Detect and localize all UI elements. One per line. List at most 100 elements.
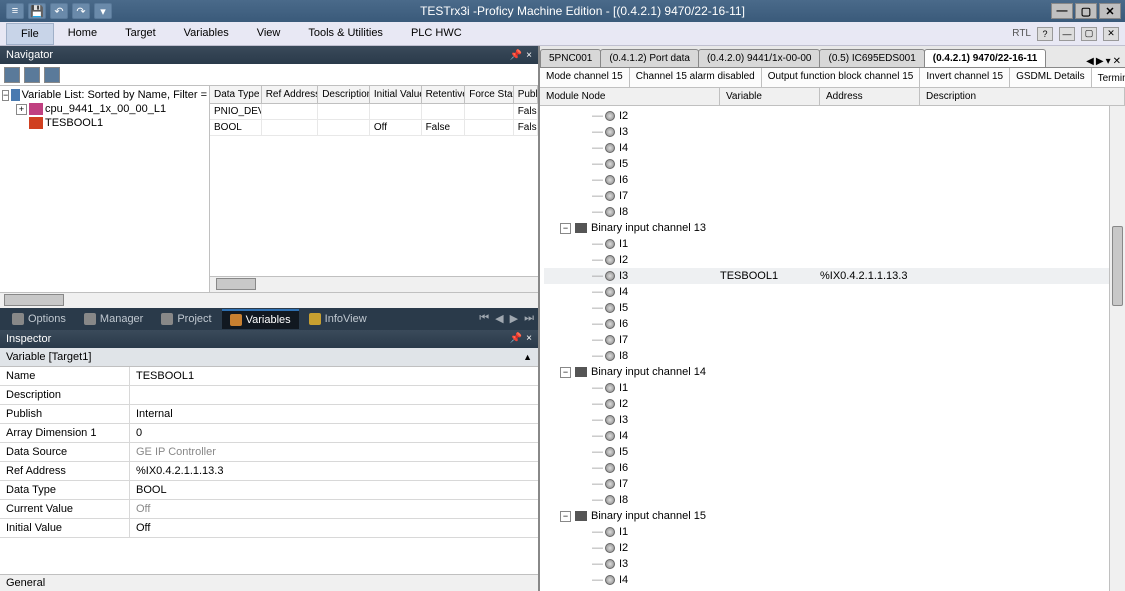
collapse-icon[interactable]: −	[560, 367, 571, 378]
navigator-tree[interactable]: − Variable List: Sorted by Name, Filter …	[0, 86, 210, 292]
io-point-row[interactable]: —I5	[544, 444, 1121, 460]
channel-group-row[interactable]: −Binary input channel 13	[544, 220, 1121, 236]
tab-nav-next-icon[interactable]: ▶	[510, 312, 518, 325]
inspector-close-icon[interactable]: ×	[526, 333, 532, 344]
col-variable[interactable]: Variable	[720, 88, 820, 105]
io-point-row[interactable]: —I2	[544, 396, 1121, 412]
tab-options[interactable]: Options	[4, 310, 74, 328]
tab-scroll-left-icon[interactable]: ◀	[1086, 56, 1094, 67]
io-point-row[interactable]: —I5	[544, 156, 1121, 172]
sub-tab[interactable]: Mode channel 15	[540, 68, 630, 87]
io-point-row[interactable]: —I2	[544, 252, 1121, 268]
qat-menu-icon[interactable]: ≡	[6, 3, 24, 19]
collapse-icon[interactable]: −	[560, 223, 571, 234]
inspector-row[interactable]: Current ValueOff	[0, 500, 538, 519]
menu-home[interactable]: Home	[54, 23, 111, 45]
inspector-value[interactable]	[130, 386, 538, 404]
expand-icon[interactable]: +	[16, 104, 27, 115]
inspector-value[interactable]: GE IP Controller	[130, 443, 538, 461]
tab-nav-last-icon[interactable]: ⏭	[524, 312, 534, 325]
io-point-row[interactable]: —I7	[544, 476, 1121, 492]
col-description[interactable]: Description	[920, 88, 1125, 105]
io-point-row[interactable]: —I8	[544, 204, 1121, 220]
menu-view[interactable]: View	[243, 23, 295, 45]
io-point-row[interactable]: —I4	[544, 140, 1121, 156]
inspector-scroll-up-icon[interactable]: ▲	[523, 352, 532, 362]
inspector-row[interactable]: Array Dimension 10	[0, 424, 538, 443]
inspector-value[interactable]: 0	[130, 424, 538, 442]
tree-hscroll[interactable]	[0, 292, 538, 308]
qat-save-icon[interactable]: 💾	[28, 3, 46, 19]
inspector-row[interactable]: NameTESBOOL1	[0, 367, 538, 386]
inspector-value[interactable]: TESBOOL1	[130, 367, 538, 385]
minimize-button[interactable]: —	[1051, 3, 1073, 19]
inspector-row[interactable]: PublishInternal	[0, 405, 538, 424]
io-point-row[interactable]: —I3	[544, 412, 1121, 428]
io-point-row[interactable]: —I4	[544, 284, 1121, 300]
io-point-row[interactable]: —I2	[544, 540, 1121, 556]
channel-group-row[interactable]: −Binary input channel 15	[544, 508, 1121, 524]
inspector-row[interactable]: Description	[0, 386, 538, 405]
col-initialvalue[interactable]: Initial Value	[370, 86, 422, 103]
channel-group-row[interactable]: −Binary input channel 14	[544, 364, 1121, 380]
io-point-row[interactable]: —I8	[544, 492, 1121, 508]
col-address[interactable]: Address	[820, 88, 920, 105]
col-refaddress[interactable]: Ref Address	[262, 86, 319, 103]
io-point-row[interactable]: —I7	[544, 332, 1121, 348]
menu-file[interactable]: File	[6, 23, 54, 45]
col-forcestate[interactable]: Force State	[465, 86, 513, 103]
inspector-row[interactable]: Data SourceGE IP Controller	[0, 443, 538, 462]
tree-root-node[interactable]: − Variable List: Sorted by Name, Filter …	[2, 88, 207, 102]
io-point-row[interactable]: —I4	[544, 428, 1121, 444]
tab-manager[interactable]: Manager	[76, 310, 151, 328]
inspector-value[interactable]: %IX0.4.2.1.1.13.3	[130, 462, 538, 480]
col-publ[interactable]: Publ	[514, 86, 538, 103]
col-datatype[interactable]: Data Type	[210, 86, 262, 103]
nav-tool-3-icon[interactable]	[44, 67, 60, 83]
tree-node-tesbool[interactable]: TESBOOL1	[2, 116, 207, 130]
qat-undo-icon[interactable]: ↶	[50, 3, 68, 19]
sub-tab[interactable]: Output function block channel 15	[762, 68, 921, 87]
inspector-pin-icon[interactable]: 📌	[510, 333, 522, 344]
nav-tool-1-icon[interactable]	[4, 67, 20, 83]
grid-row[interactable]: BOOLOffFalseFalse	[210, 120, 538, 136]
collapse-icon[interactable]: −	[560, 511, 571, 522]
menu-target[interactable]: Target	[111, 23, 170, 45]
inspector-row[interactable]: Ref Address%IX0.4.2.1.1.13.3	[0, 462, 538, 481]
tab-menu-icon[interactable]: ▾	[1106, 56, 1111, 67]
sub-tab[interactable]: Invert channel 15	[920, 68, 1010, 87]
io-point-row[interactable]: —I3	[544, 556, 1121, 572]
io-point-row[interactable]: —I6	[544, 460, 1121, 476]
inspector-row[interactable]: Data TypeBOOL	[0, 481, 538, 500]
nav-tool-2-icon[interactable]	[24, 67, 40, 83]
menu-tools[interactable]: Tools & Utilities	[294, 23, 397, 45]
col-description[interactable]: Description	[318, 86, 370, 103]
module-tree[interactable]: —I2—I3—I4—I5—I6—I7—I8−Binary input chann…	[540, 106, 1125, 591]
io-point-row[interactable]: —I6	[544, 172, 1121, 188]
help-button[interactable]: ?	[1037, 27, 1053, 41]
tab-project[interactable]: Project	[153, 310, 219, 328]
inspector-value[interactable]: Off	[130, 500, 538, 518]
qat-dropdown-icon[interactable]: ▾	[94, 3, 112, 19]
io-point-row[interactable]: —I7	[544, 188, 1121, 204]
tab-nav-prev-icon[interactable]: ◀	[495, 312, 503, 325]
menu-variables[interactable]: Variables	[170, 23, 243, 45]
module-vscroll[interactable]	[1109, 106, 1125, 591]
inspector-value[interactable]: Internal	[130, 405, 538, 423]
sub-tab-terminals[interactable]: Terminals	[1092, 69, 1125, 87]
col-module-node[interactable]: Module Node	[540, 88, 720, 105]
io-point-row[interactable]: —I8	[544, 348, 1121, 364]
navigator-close-icon[interactable]: ×	[526, 50, 532, 61]
grid-hscroll[interactable]	[210, 276, 538, 292]
io-point-row[interactable]: —I3	[544, 124, 1121, 140]
sub-tab[interactable]: Channel 15 alarm disabled	[630, 68, 762, 87]
grid-row[interactable]: PNIO_DEVFalse	[210, 104, 538, 120]
tab-infoview[interactable]: InfoView	[301, 310, 375, 328]
io-point-row[interactable]: —I1	[544, 380, 1121, 396]
doc-tab[interactable]: 5PNC001	[540, 49, 601, 67]
inspector-footer-tab[interactable]: General	[0, 574, 538, 591]
maximize-button[interactable]: ▢	[1075, 3, 1097, 19]
mdi-close-icon[interactable]: ✕	[1103, 27, 1119, 41]
tab-nav-first-icon[interactable]: ⏮	[479, 312, 489, 325]
col-retentive[interactable]: Retentive	[422, 86, 466, 103]
